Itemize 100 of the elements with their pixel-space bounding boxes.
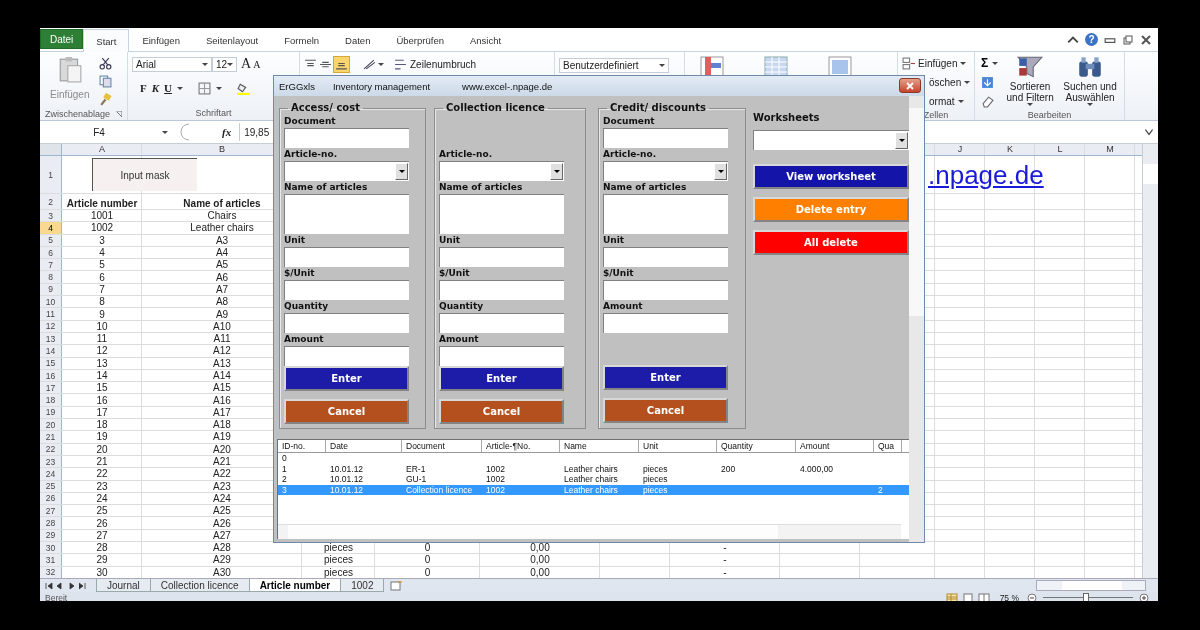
launcher-icon[interactable] — [116, 111, 122, 117]
ribbon-tab[interactable]: Start — [83, 29, 130, 52]
sheet-tab[interactable]: 1002 — [340, 579, 385, 592]
action-button[interactable]: Enter — [603, 365, 728, 390]
find-select-button[interactable]: Suchen und Auswählen — [1060, 55, 1120, 106]
text-field[interactable] — [439, 313, 564, 333]
combo-box[interactable] — [439, 161, 564, 181]
close-button[interactable] — [899, 78, 921, 93]
brush-icon[interactable] — [99, 93, 113, 106]
page-break-icon[interactable] — [977, 592, 990, 601]
combo-box[interactable] — [284, 161, 409, 181]
text-field[interactable] — [284, 280, 409, 300]
column-header[interactable]: A — [62, 144, 142, 155]
row-number[interactable]: 4 — [40, 222, 62, 234]
font-size-combo[interactable]: 12 — [212, 56, 237, 72]
column-header[interactable]: M — [1085, 144, 1135, 155]
text-field[interactable] — [603, 247, 728, 267]
fill-color-icon[interactable] — [237, 81, 251, 95]
input-mask-button[interactable]: Input mask — [92, 158, 197, 191]
list-row[interactable]: 1 10.01.12 ER-1 1002 Leather chairs pieces 200 4.000,00 — [278, 463, 909, 474]
name-box[interactable]: F4 — [40, 124, 158, 140]
text-field[interactable] — [603, 280, 728, 300]
ribbon-tab[interactable]: Daten — [332, 29, 384, 51]
autosum-button[interactable]: Σ — [981, 56, 999, 70]
slider-thumb[interactable] — [1083, 593, 1090, 601]
caret-icon[interactable] — [202, 62, 208, 66]
row-number[interactable]: 28 — [40, 517, 62, 529]
text-field[interactable] — [284, 247, 409, 267]
row-number[interactable]: 17 — [40, 382, 62, 394]
format-cells-button[interactable]: ormat — [902, 93, 964, 109]
row-number[interactable]: 18 — [40, 394, 62, 406]
caret-icon[interactable] — [227, 62, 233, 66]
text-field[interactable] — [603, 128, 728, 148]
zoom-level[interactable]: 75 % — [999, 592, 1019, 601]
row-number[interactable]: 2 — [40, 194, 62, 209]
text-area[interactable] — [284, 194, 409, 234]
wrap-text-button[interactable]: Zeilenumbruch — [394, 57, 477, 71]
row-number[interactable]: 15 — [40, 357, 62, 369]
ribbon-tab[interactable]: Formeln — [271, 29, 333, 51]
dropdown-button[interactable] — [550, 163, 563, 180]
text-area[interactable] — [439, 194, 564, 234]
row-number[interactable]: 13 — [40, 332, 62, 345]
list-row[interactable]: 2 10.01.12 GU-1 1002 Leather chairs pieces — [278, 474, 909, 485]
row-number[interactable]: 3 — [40, 210, 62, 222]
font-family-combo[interactable]: Arial — [132, 56, 212, 72]
hyperlink[interactable]: .npage.de — [928, 161, 1044, 189]
copy-icon[interactable] — [99, 75, 113, 88]
entries-list[interactable] — [277, 439, 909, 539]
sheet-tab[interactable]: Journal — [96, 579, 151, 592]
row-number[interactable]: 19 — [40, 406, 62, 419]
row-number[interactable]: 5 — [40, 234, 62, 246]
row-number[interactable]: 27 — [40, 505, 62, 517]
row-number[interactable]: 10 — [40, 296, 62, 308]
column-header[interactable]: Qua — [874, 440, 902, 452]
underline-button[interactable]: U — [164, 82, 173, 94]
zoom-out-icon[interactable] — [1027, 592, 1037, 601]
row-number[interactable]: 7 — [40, 259, 62, 271]
text-field[interactable] — [603, 313, 728, 333]
action-button[interactable]: Cancel — [439, 399, 564, 424]
action-button[interactable]: Enter — [439, 366, 564, 391]
horizontal-scrollbar[interactable] — [278, 524, 901, 539]
ribbon-tab[interactable]: Seitenlayout — [192, 29, 272, 51]
row-number[interactable]: 30 — [40, 542, 62, 554]
file-tab[interactable]: Datei — [40, 29, 84, 49]
ribbon-tab[interactable]: Einfügen — [129, 29, 193, 51]
row-number[interactable]: 22 — [40, 443, 62, 455]
column-header[interactable]: L — [1035, 144, 1085, 155]
action-button[interactable]: Cancel — [284, 399, 409, 424]
text-field[interactable] — [284, 313, 409, 333]
scissors-icon[interactable] — [99, 57, 113, 70]
help-icon[interactable]: ? — [1085, 33, 1098, 46]
vertical-scrollbar[interactable] — [1142, 144, 1158, 578]
restore-icon[interactable] — [1122, 34, 1134, 45]
align-bottom-icon[interactable] — [334, 56, 349, 72]
normal-view-icon[interactable] — [945, 592, 958, 601]
grow-font-button[interactable]: A — [241, 56, 252, 72]
text-field[interactable] — [439, 346, 564, 366]
collapse-ribbon-icon[interactable] — [1067, 34, 1079, 45]
vertical-scrollbar[interactable] — [909, 96, 924, 542]
row-number[interactable]: 8 — [40, 271, 62, 283]
column-header[interactable]: Quantity — [717, 440, 796, 452]
caret-icon[interactable] — [162, 130, 168, 134]
zoom-in-icon[interactable] — [1139, 592, 1149, 601]
row-number[interactable]: 16 — [40, 369, 62, 382]
text-field[interactable] — [284, 346, 409, 366]
row-number[interactable]: 24 — [40, 468, 62, 480]
row-number[interactable]: 14 — [40, 345, 62, 357]
orientation-icon[interactable] — [363, 57, 376, 71]
dropdown-button[interactable] — [714, 163, 727, 180]
action-button[interactable]: View worksheet — [753, 164, 909, 189]
new-sheet-icon[interactable] — [389, 580, 404, 591]
ribbon-tab[interactable]: Überprüfen — [383, 29, 457, 51]
text-area[interactable] — [603, 194, 728, 234]
row-number[interactable]: 21 — [40, 431, 62, 443]
row-number[interactable]: 26 — [40, 492, 62, 505]
sort-filter-button[interactable]: Sortieren und Filtern — [1000, 55, 1061, 106]
dropdown-button[interactable] — [395, 163, 408, 180]
row-number[interactable]: 31 — [40, 554, 62, 566]
row-number[interactable]: 32 — [40, 566, 62, 578]
text-field[interactable] — [439, 280, 564, 300]
